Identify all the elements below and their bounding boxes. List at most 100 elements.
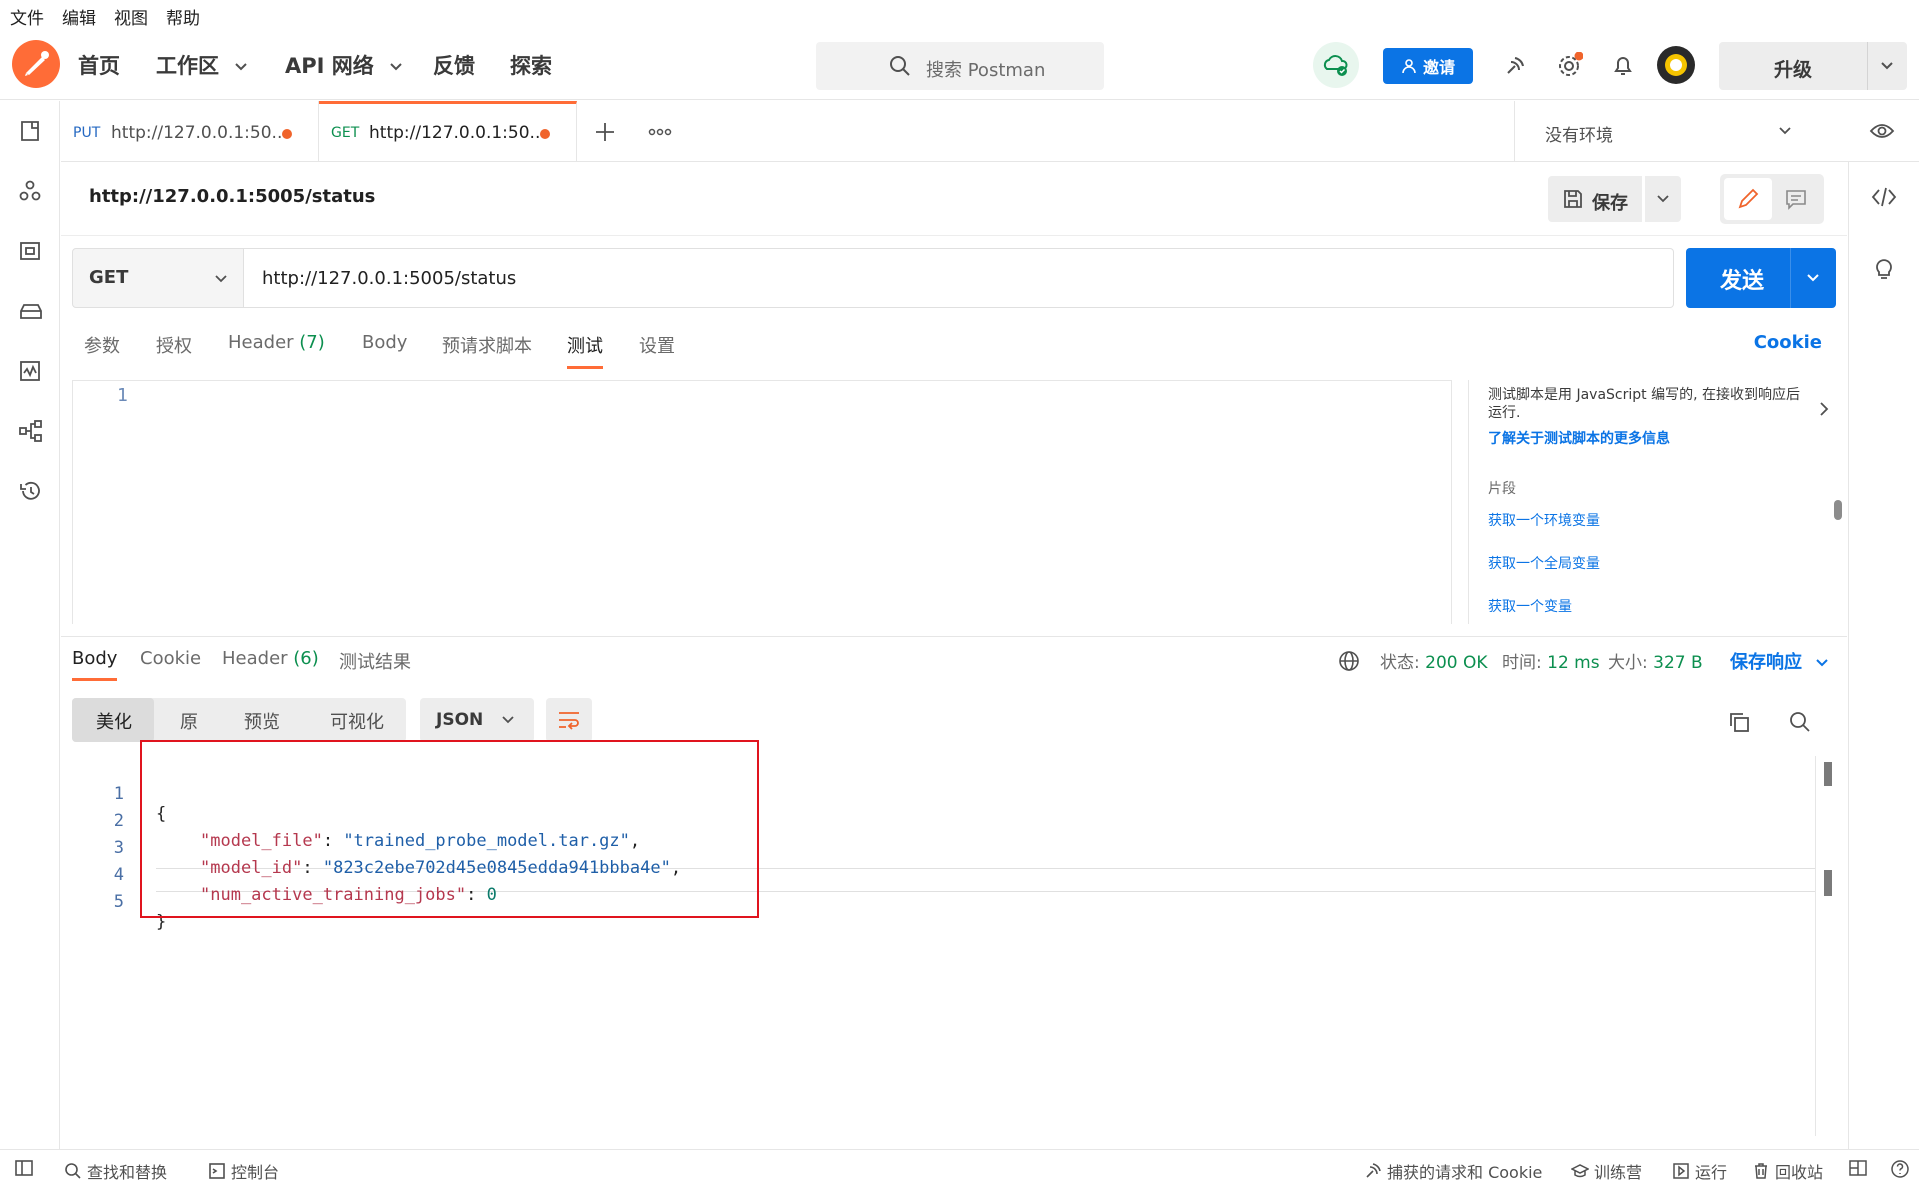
code-scrollbar[interactable]	[1824, 762, 1832, 786]
find-replace-button[interactable]: 查找和替换	[64, 1159, 167, 1183]
runner-button[interactable]: 运行	[1672, 1159, 1727, 1183]
trash-button[interactable]: 回收站	[1752, 1159, 1823, 1183]
monitors-icon[interactable]	[18, 359, 42, 383]
response-time[interactable]: 时间: 12 ms	[1502, 648, 1600, 673]
request-tab-put[interactable]: PUT http://127.0.0.1:50...	[61, 101, 319, 162]
nav-feedback[interactable]: 反馈	[433, 50, 475, 80]
mock-servers-icon[interactable]	[18, 299, 44, 323]
view-raw[interactable]: 原	[180, 708, 198, 734]
tab-method: PUT	[73, 125, 101, 141]
tab-response-headers[interactable]: Header (6)	[222, 648, 319, 669]
nav-api-network[interactable]: API 网络	[285, 50, 403, 80]
history-icon[interactable]	[18, 479, 44, 503]
globe-icon[interactable]	[1338, 650, 1360, 672]
tab-settings[interactable]: 设置	[639, 332, 675, 358]
toggle-sidebar-icon[interactable]	[14, 1159, 34, 1177]
cookies-link[interactable]: Cookie	[1754, 332, 1822, 353]
unsaved-dot	[282, 129, 292, 139]
nav-workspaces[interactable]: 工作区	[156, 50, 248, 80]
snippet-item[interactable]: 获取一个环境变量	[1488, 510, 1600, 530]
comments-icon[interactable]	[1784, 188, 1808, 210]
format-label: JSON	[436, 710, 484, 730]
chevron-down-icon[interactable]	[1805, 272, 1821, 284]
console-button[interactable]: 控制台	[208, 1159, 279, 1183]
environments-icon[interactable]	[18, 239, 42, 263]
header-count: (7)	[299, 332, 325, 353]
tab-params[interactable]: 参数	[84, 332, 120, 358]
request-title[interactable]: http://127.0.0.1:5005/status	[89, 186, 375, 207]
search-placeholder: 搜索 Postman	[926, 60, 1046, 81]
save-dropdown-button[interactable]	[1645, 176, 1681, 222]
tab-response-body[interactable]: Body	[72, 648, 118, 681]
nav-home[interactable]: 首页	[78, 50, 120, 80]
capture-button[interactable]: 捕获的请求和 Cookie	[1364, 1159, 1542, 1183]
send-button[interactable]: 发送	[1686, 248, 1836, 308]
edit-mode-button[interactable]	[1724, 178, 1772, 220]
save-button[interactable]: 保存	[1548, 176, 1642, 222]
menu-edit[interactable]: 编辑	[62, 4, 96, 29]
view-visualize[interactable]: 可视化	[330, 708, 384, 734]
snippets-heading: 片段	[1488, 481, 1516, 497]
save-icon	[1562, 188, 1584, 210]
menu-help[interactable]: 帮助	[166, 4, 200, 29]
help-icon[interactable]	[1890, 1159, 1910, 1179]
invite-button[interactable]: 邀请	[1383, 48, 1473, 84]
pencil-icon	[1737, 188, 1759, 210]
response-size[interactable]: 大小: 327 B	[1608, 648, 1703, 673]
global-search[interactable]: 搜索 Postman	[816, 42, 1104, 90]
more-tabs-icon[interactable]	[648, 127, 672, 137]
upgrade-button[interactable]: 升级	[1719, 42, 1907, 90]
tab-response-cookies[interactable]: Cookie	[140, 648, 201, 669]
flows-icon[interactable]	[18, 419, 44, 443]
wrap-lines-button[interactable]	[546, 698, 592, 742]
save-response-button[interactable]: 保存响应	[1730, 648, 1830, 674]
tab-prerequest-script[interactable]: 预请求脚本	[442, 332, 532, 358]
tab-tests[interactable]: 测试	[567, 332, 603, 369]
menu-view[interactable]: 视图	[114, 4, 148, 29]
satellite-icon[interactable]	[1503, 52, 1529, 78]
user-avatar[interactable]	[1657, 46, 1695, 84]
environment-selector[interactable]: 没有环境	[1514, 101, 1844, 162]
code-scrollbar-marker[interactable]	[1824, 870, 1832, 896]
chevron-right-icon[interactable]	[1818, 400, 1830, 418]
two-pane-layout-icon[interactable]	[1848, 1159, 1868, 1177]
code-snippet-icon[interactable]	[1871, 186, 1897, 208]
snippet-item[interactable]: 获取一个变量	[1488, 596, 1572, 616]
snippets-scrollbar[interactable]	[1834, 500, 1842, 520]
menu-file[interactable]: 文件	[10, 4, 44, 29]
postman-logo-icon[interactable]	[12, 40, 60, 88]
chevron-down-icon[interactable]	[1879, 60, 1895, 72]
view-pretty[interactable]: 美化	[96, 708, 132, 734]
tab-headers[interactable]: Header (7)	[228, 332, 325, 353]
url-input[interactable]	[244, 248, 1674, 308]
response-divider[interactable]	[61, 636, 1847, 637]
nav-api-network-label: API 网络	[285, 54, 374, 78]
new-tab-plus-icon[interactable]	[594, 121, 616, 143]
request-tab-get[interactable]: GET http://127.0.0.1:50...	[319, 101, 577, 162]
view-preview[interactable]: 预览	[244, 708, 280, 734]
learn-more-link[interactable]: 了解关于测试脚本的更多信息	[1488, 428, 1670, 448]
code-line: 5 }	[72, 872, 167, 932]
editor-splitter[interactable]	[1451, 380, 1469, 624]
method-selector[interactable]: GET	[72, 248, 244, 308]
format-selector[interactable]: JSON	[420, 698, 534, 742]
collections-icon[interactable]	[18, 119, 42, 143]
response-status[interactable]: 状态: 200 OK	[1380, 648, 1488, 673]
tab-auth[interactable]: 授权	[156, 332, 192, 358]
apis-icon[interactable]	[18, 179, 42, 203]
notification-bell-icon[interactable]	[1610, 52, 1636, 78]
highlight-annotation-box	[140, 740, 759, 918]
snippet-item[interactable]: 获取一个全局变量	[1488, 553, 1600, 573]
bootcamp-button[interactable]: 训练营	[1571, 1159, 1642, 1183]
console-label: 控制台	[231, 1163, 280, 1182]
lightbulb-icon[interactable]	[1873, 256, 1895, 282]
environment-quick-look-eye-icon[interactable]	[1869, 121, 1895, 141]
cloud-sync-icon[interactable]	[1313, 42, 1359, 88]
search-icon[interactable]	[1788, 710, 1812, 734]
copy-icon[interactable]	[1727, 710, 1751, 734]
nav-explore[interactable]: 探索	[510, 50, 552, 80]
tab-test-results[interactable]: 测试结果	[339, 648, 411, 674]
tab-body[interactable]: Body	[362, 332, 407, 353]
tests-script-editor[interactable]: 1	[72, 380, 1452, 624]
settings-gear-icon[interactable]	[1555, 52, 1583, 80]
